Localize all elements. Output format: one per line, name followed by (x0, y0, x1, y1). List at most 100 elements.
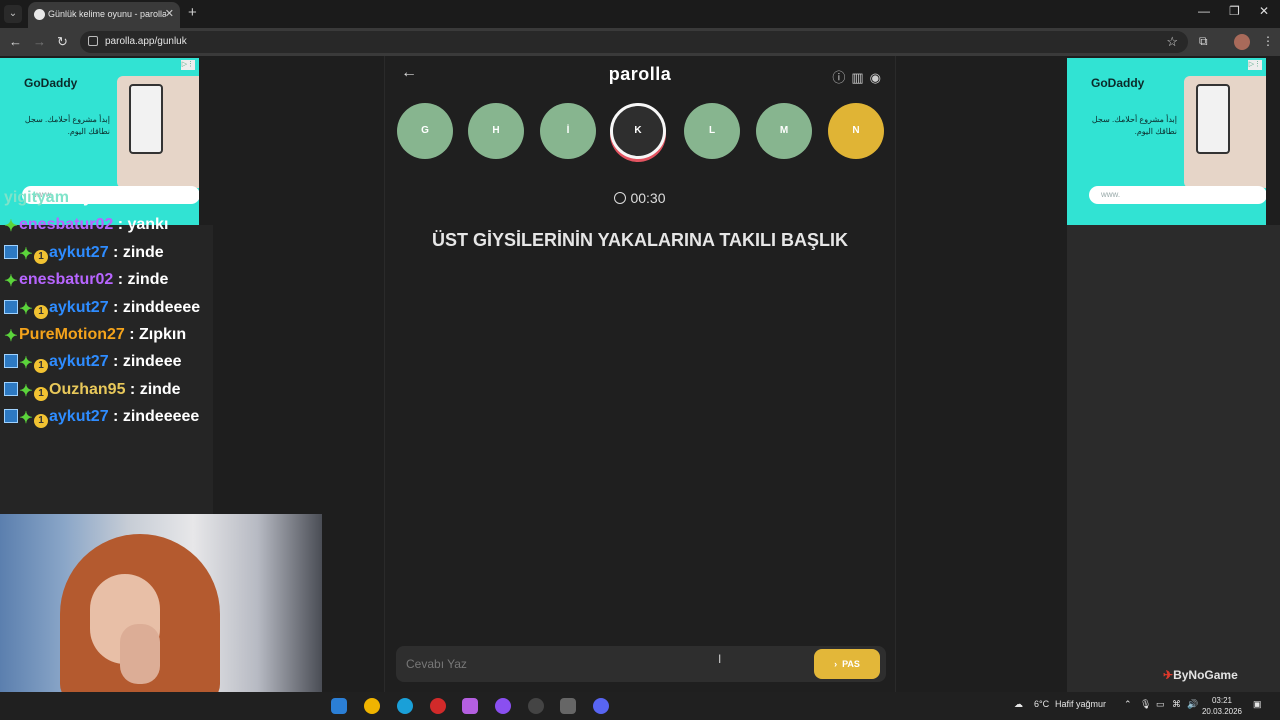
profile-avatar[interactable] (1234, 34, 1250, 50)
answer-input[interactable] (406, 654, 786, 674)
url-text: parolla.app/gunluk (105, 36, 187, 47)
chrome-icon[interactable] (364, 698, 380, 714)
timer: 00:30 (385, 190, 895, 206)
chat-message: ✦ 1 aykut27 : zindeee (0, 348, 214, 375)
browser-toolbar: ← → ↻ parolla.app/gunluk ☆ ⧉ ⋮ (0, 28, 1280, 56)
reload-icon[interactable]: ↻ (57, 34, 68, 50)
window-close-icon[interactable]: ✕ (1259, 4, 1269, 18)
menu-dots-icon[interactable]: ⋮ (1262, 34, 1274, 48)
info-icon[interactable]: ⓘ (832, 70, 845, 85)
chat-text: zinde (122, 243, 164, 261)
chat-text: zinddeeee (122, 298, 201, 316)
settings-icon[interactable] (560, 698, 576, 714)
browser-tab-bar: ⌄ Günlük kelime oyunu - parolla ✕ + — ❐ … (0, 0, 1280, 28)
tray-chevron-icon[interactable]: ⌃ (1124, 699, 1132, 710)
profile-icon[interactable]: ◉ (870, 70, 881, 85)
ad-logo: GoDaddy (24, 76, 78, 90)
chat-message: ✦enesbatur02 : zinde (4, 271, 169, 291)
letter-circle: M (756, 103, 812, 159)
question-text: ÜST GİYSİLERİNİN YAKALARINA TAKILI BAŞLI… (431, 230, 849, 250)
letter-circle: H (468, 103, 524, 159)
star-badge-icon: ✦ (19, 382, 33, 400)
chat-message: ✦ 1 aykut27 : zinddeeee (0, 294, 214, 321)
extensions-icon[interactable]: ⧉ (1199, 34, 1208, 49)
star-badge-icon: ✦ (19, 355, 33, 373)
stream-chat: yigityam : yankı ✦enesbatur02 : yankı ✦ 1 ay… (0, 184, 214, 431)
microphone-icon[interactable]: 🎙 (1140, 699, 1151, 710)
minimize-icon[interactable]: — (1198, 4, 1210, 18)
copilot-icon[interactable] (462, 698, 478, 714)
chat-username[interactable]: aykut27 (49, 408, 109, 425)
ad-info-icon[interactable]: ▷⋮ (1248, 60, 1262, 70)
chat-username[interactable]: yigityam (4, 189, 69, 206)
phone-image (117, 76, 199, 188)
game-panel: ← parolla ⓘ ▥ ◉ GHİKLMN 00:30 ÜST GİYSİLER… (384, 56, 896, 692)
chat-username[interactable]: aykut27 (49, 244, 109, 261)
coin-badge-icon: 1 (34, 386, 48, 401)
tab-favicon-icon (34, 9, 45, 20)
site-info-icon[interactable] (88, 36, 98, 46)
text-cursor-icon: I (718, 652, 722, 666)
chat-username[interactable]: enesbatur02 (19, 216, 113, 233)
browser-tab[interactable]: Günlük kelime oyunu - parolla ✕ (28, 2, 180, 28)
chat-username[interactable]: Ouzhan95 (49, 381, 125, 398)
chat-username[interactable]: aykut27 (49, 299, 109, 316)
ad-info-icon[interactable]: ▷⋮ (181, 60, 195, 70)
subscriber-badge-icon (4, 381, 18, 396)
right-side-panel (1067, 225, 1280, 692)
chat-username[interactable]: aykut27 (49, 353, 109, 370)
tab-search-button[interactable]: ⌄ (4, 5, 22, 23)
ad-logo: GoDaddy (1091, 76, 1145, 90)
new-tab-button[interactable]: + (188, 4, 197, 21)
clock-icon (614, 192, 627, 204)
taskbar-clock[interactable]: 03:21 20.03.2026 (1200, 695, 1244, 717)
display-icon[interactable]: ▭ (1156, 699, 1165, 710)
chat-message: ✦ 1 aykut27 : zinde (0, 239, 214, 266)
letter-circle: K (610, 103, 666, 159)
network-icon[interactable]: ⌘ (1172, 699, 1181, 710)
edge-icon[interactable] (397, 698, 413, 714)
chat-text: zinde (127, 271, 169, 289)
coin-badge-icon: 1 (34, 304, 48, 319)
chat-username[interactable]: PureMotion27 (19, 326, 125, 343)
star-badge-icon: ✦ (19, 300, 33, 318)
coin-badge-icon: 1 (34, 414, 48, 429)
chat-text: Zıpkın (139, 325, 187, 343)
outlook-icon[interactable] (331, 698, 347, 714)
discord-icon[interactable] (593, 698, 609, 714)
star-badge-icon: ✦ (19, 245, 33, 263)
ad-banner-right[interactable]: ▷⋮ GoDaddy إبدأ مشروع أحلامك. سجل نطاقك … (1067, 58, 1266, 225)
weather-icon[interactable]: ☁ (1014, 699, 1023, 710)
weather-desc[interactable]: Hafif yağmur (1055, 699, 1106, 709)
chat-message: ✦ 1 Ouzhan95 : zinde (0, 376, 214, 403)
back-arrow-icon[interactable]: ← (9, 34, 22, 49)
chat-username[interactable]: enesbatur02 (19, 271, 113, 288)
forward-arrow-icon[interactable]: → (33, 34, 46, 49)
stats-icon[interactable]: ▥ (851, 70, 863, 85)
subscriber-badge-icon (4, 354, 18, 369)
restore-icon[interactable]: ❐ (1229, 4, 1240, 18)
chat-message: ✦PureMotion27 : Zıpkın (4, 325, 187, 345)
app-icon[interactable] (528, 698, 544, 714)
ad-text: إبدأ مشروع أحلامك. سجل نطاقك اليوم. (1091, 115, 1177, 136)
obs-icon[interactable] (495, 698, 511, 714)
phone-image (1184, 76, 1266, 188)
bookmark-star-icon[interactable]: ☆ (1166, 34, 1178, 50)
tab-close-icon[interactable]: ✕ (165, 7, 174, 20)
address-bar[interactable]: parolla.app/gunluk ☆ (80, 31, 1188, 53)
pass-button[interactable]: › PAS (814, 649, 880, 679)
answer-bar: › PAS (396, 646, 886, 682)
star-badge-icon: ✦ (4, 327, 18, 345)
ad-search-box[interactable]: www. (1089, 186, 1266, 204)
letter-circle: İ (540, 103, 596, 159)
volume-icon[interactable]: 🔊 (1187, 699, 1198, 710)
weather-temp[interactable]: 6°C (1034, 699, 1049, 709)
letter-circle: L (684, 103, 740, 159)
notification-icon[interactable]: ▣ (1253, 699, 1262, 710)
timer-value: 00:30 (630, 190, 666, 206)
opera-icon[interactable] (430, 698, 446, 714)
chat-text: yankı (83, 189, 125, 206)
subscriber-badge-icon (4, 244, 18, 259)
game-header-icons: ⓘ ▥ ◉ (826, 67, 881, 86)
chat-message: ✦enesbatur02 : yankı (4, 216, 169, 236)
